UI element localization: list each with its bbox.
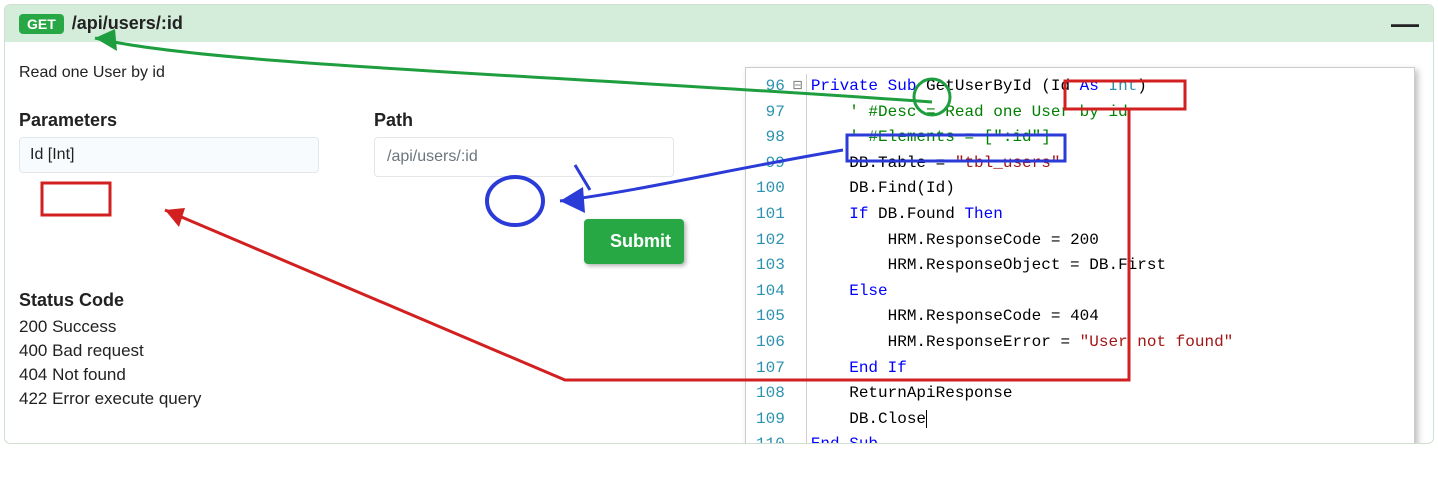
status-code-item: 200 Success	[19, 317, 739, 337]
submit-button[interactable]: Submit	[584, 219, 684, 264]
path-input[interactable]	[374, 137, 674, 177]
left-column: Read one User by id Parameters Id [Int] …	[19, 64, 739, 413]
api-endpoint-panel: GET /api/users/:id — Read one User by id…	[4, 4, 1434, 444]
status-code-list: 200 Success 400 Bad request 404 Not found 4…	[19, 317, 739, 409]
endpoint-header[interactable]: GET /api/users/:id —	[5, 5, 1433, 42]
status-code-item: 422 Error execute query	[19, 389, 739, 409]
parameters-label: Parameters	[19, 110, 374, 131]
status-code-label: Status Code	[19, 290, 739, 311]
path-label: Path	[374, 110, 684, 131]
collapse-icon[interactable]: —	[1391, 19, 1419, 29]
status-code-item: 400 Bad request	[19, 341, 739, 361]
parameter-item: Id [Int]	[19, 137, 319, 173]
endpoint-description: Read one User by id	[19, 64, 739, 82]
parameters-block: Parameters Id [Int]	[19, 110, 374, 264]
status-code-item: 404 Not found	[19, 365, 739, 385]
http-method-badge: GET	[19, 14, 64, 34]
status-code-block: Status Code 200 Success 400 Bad request 40…	[19, 290, 739, 413]
code-editor-panel[interactable]: 9697989910010110210310410510610710810911…	[745, 67, 1415, 444]
code-content[interactable]: Private Sub GetUserById (Id As Int) ' #D…	[807, 74, 1233, 444]
line-number-gutter: 9697989910010110210310410510610710810911…	[746, 74, 793, 444]
path-block: Path Submit	[374, 110, 684, 264]
fold-column[interactable]: ⊟	[793, 74, 807, 444]
endpoint-path: /api/users/:id	[72, 13, 183, 34]
